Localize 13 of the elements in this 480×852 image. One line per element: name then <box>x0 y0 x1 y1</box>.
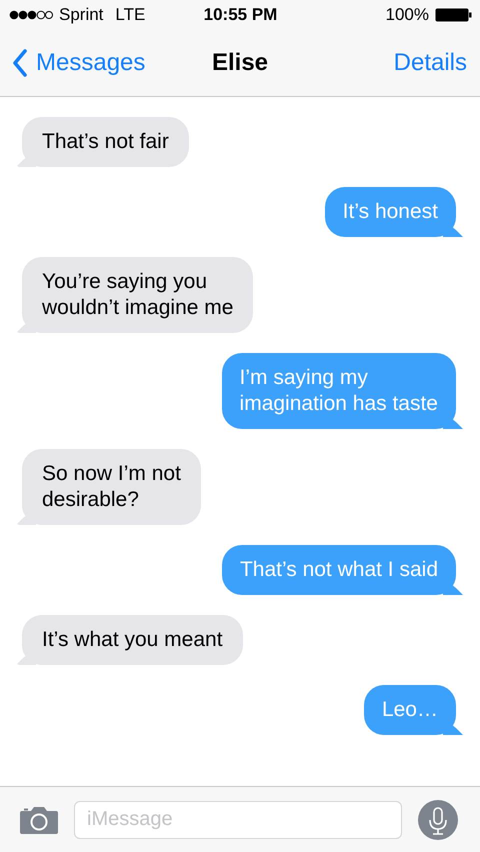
contact-name: Elise <box>212 49 268 77</box>
microphone-icon[interactable] <box>418 800 458 840</box>
back-chevron-icon <box>12 49 28 77</box>
details-link[interactable]: Details <box>394 49 467 77</box>
camera-icon[interactable] <box>20 806 58 834</box>
message-input-field[interactable]: iMessage <box>74 800 402 838</box>
back-button[interactable]: Messages <box>12 49 146 77</box>
carrier-name: Sprint <box>59 5 104 25</box>
clock-time: 10:55 PM <box>204 5 278 25</box>
signal-icon <box>9 10 53 20</box>
battery-icon <box>434 8 472 22</box>
battery-percentage: 100% <box>386 5 429 25</box>
network-type: LTE <box>115 5 146 25</box>
